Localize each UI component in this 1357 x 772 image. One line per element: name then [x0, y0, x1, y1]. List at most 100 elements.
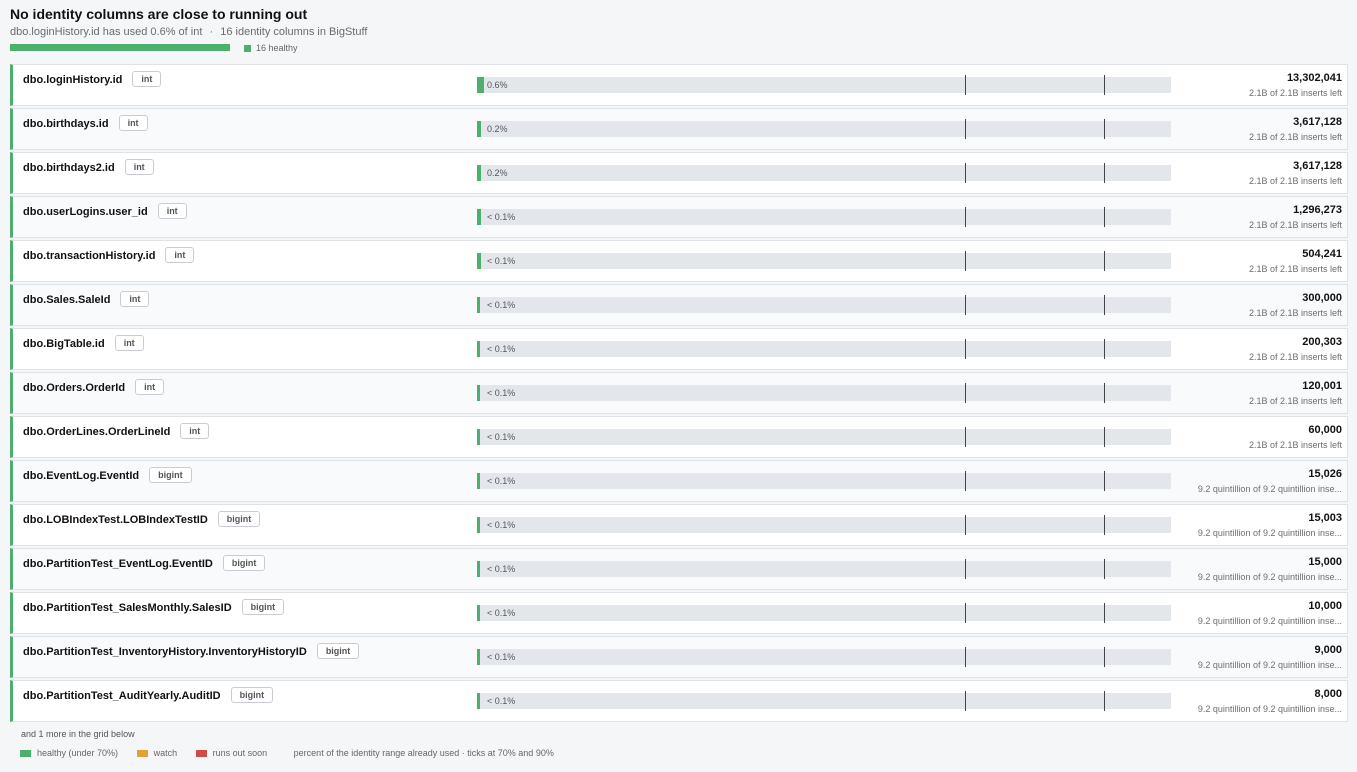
usage-bar: < 0.1% — [477, 207, 1171, 227]
tick-70 — [965, 471, 966, 491]
usage-percent: < 0.1% — [487, 696, 516, 706]
count-cell: 15,026 9.2 quintillion of 9.2 quintillion… — [1172, 467, 1342, 495]
column-name: dbo.OrderLines.OrderLineId — [23, 426, 171, 438]
current-value: 15,000 — [1308, 556, 1342, 568]
identity-row[interactable]: dbo.userLogins.user_id int < 0.1% 1,296,273… — [10, 196, 1348, 238]
tick-70 — [965, 295, 966, 315]
usage-percent: < 0.1% — [487, 344, 516, 354]
identity-row[interactable]: dbo.birthdays2.id int 0.2% 3,617,128 2.1B of… — [10, 152, 1348, 194]
inserts-left: 9.2 quintillion of 9.2 quintillion inse.… — [1197, 660, 1342, 670]
tick-70 — [965, 515, 966, 535]
type-badge: bigint — [241, 599, 285, 615]
identity-row[interactable]: dbo.OrderLines.OrderLineId int < 0.1% 60,00… — [10, 416, 1348, 458]
type-badge: int — [180, 423, 210, 439]
type-badge: int — [165, 247, 195, 263]
identity-row[interactable]: dbo.Orders.OrderId int < 0.1% 120,001 2.1B o… — [10, 372, 1348, 414]
current-value: 504,241 — [1302, 248, 1342, 260]
column-name: dbo.Sales.SaleId — [23, 294, 111, 306]
usage-percent: < 0.1% — [487, 520, 516, 530]
inserts-left: 9.2 quintillion of 9.2 quintillion inse.… — [1197, 704, 1342, 714]
identity-row[interactable]: dbo.birthdays.id int 0.2% 3,617,128 2.1B of … — [10, 108, 1348, 150]
column-name-cell: dbo.PartitionTest_SalesMonthly.SalesID bi… — [23, 599, 285, 615]
current-value: 13,302,041 — [1286, 72, 1342, 84]
type-badge: int — [157, 203, 187, 219]
header: No identity columns are close to running… — [10, 5, 1340, 56]
identity-column-list: dbo.loginHistory.id int 0.6% 13,302,041 2.1B… — [10, 64, 1348, 724]
usage-bar: 0.2% — [477, 119, 1171, 139]
identity-row[interactable]: dbo.Sales.SaleId int < 0.1% 300,000 2.1B of … — [10, 284, 1348, 326]
usage-percent: < 0.1% — [487, 300, 516, 310]
column-name-cell: dbo.PartitionTest_InventoryHistory.Inven… — [23, 643, 360, 659]
tick-70 — [965, 603, 966, 623]
type-badge: bigint — [222, 555, 266, 571]
column-name: dbo.BigTable.id — [23, 338, 105, 350]
count-cell: 15,003 9.2 quintillion of 9.2 quintillion… — [1172, 511, 1342, 539]
inserts-left: 2.1B of 2.1B inserts left — [1248, 88, 1342, 98]
column-name-cell: dbo.OrderLines.OrderLineId int — [23, 423, 210, 439]
legend-label-runs-out: runs out soon — [212, 748, 268, 758]
column-name: dbo.transactionHistory.id — [23, 250, 156, 262]
inserts-left: 2.1B of 2.1B inserts left — [1248, 220, 1342, 230]
column-name: dbo.PartitionTest_InventoryHistory.Inven… — [23, 646, 307, 658]
count-cell: 1,296,273 2.1B of 2.1B inserts left — [1172, 203, 1342, 231]
column-name: dbo.loginHistory.id — [23, 74, 123, 86]
tick-90 — [1104, 119, 1105, 139]
tick-70 — [965, 339, 966, 359]
type-badge: int — [118, 115, 148, 131]
inserts-left: 9.2 quintillion of 9.2 quintillion inse.… — [1197, 484, 1342, 494]
identity-row[interactable]: dbo.EventLog.EventId bigint < 0.1% 15,026 9.… — [10, 460, 1348, 502]
current-value: 60,000 — [1308, 424, 1342, 436]
identity-row[interactable]: dbo.loginHistory.id int 0.6% 13,302,041 2.1B… — [10, 64, 1348, 106]
column-name-cell: dbo.Sales.SaleId int — [23, 291, 150, 307]
count-cell: 3,617,128 2.1B of 2.1B inserts left — [1172, 159, 1342, 187]
summary-strip: 16 healthy — [10, 42, 1340, 56]
usage-percent: < 0.1% — [487, 476, 516, 486]
identity-row[interactable]: dbo.PartitionTest_AuditYearly.AuditID big… — [10, 680, 1348, 722]
count-cell: 8,000 9.2 quintillion of 9.2 quintillion … — [1172, 687, 1342, 715]
tick-90 — [1104, 383, 1105, 403]
tick-90 — [1104, 603, 1105, 623]
runs-out-swatch-icon — [195, 749, 207, 757]
current-value: 3,617,128 — [1293, 116, 1342, 128]
column-name: dbo.EventLog.EventId — [23, 470, 140, 482]
tick-90 — [1104, 295, 1105, 315]
count-cell: 13,302,041 2.1B of 2.1B inserts left — [1172, 71, 1342, 99]
legend-note: percent of the identity range already us… — [293, 748, 554, 758]
tick-70 — [965, 207, 966, 227]
type-badge: int — [114, 335, 144, 351]
tick-70 — [965, 427, 966, 447]
identity-row[interactable]: dbo.BigTable.id int < 0.1% 200,303 2.1B of 2… — [10, 328, 1348, 370]
usage-bar: < 0.1% — [477, 383, 1171, 403]
count-cell: 200,303 2.1B of 2.1B inserts left — [1172, 335, 1342, 363]
usage-bar: < 0.1% — [477, 515, 1171, 535]
tick-70 — [965, 691, 966, 711]
usage-bar: < 0.1% — [477, 339, 1171, 359]
tick-70 — [965, 75, 966, 95]
identity-row[interactable]: dbo.PartitionTest_EventLog.EventID bigint… — [10, 548, 1348, 590]
identity-row[interactable]: dbo.transactionHistory.id int < 0.1% 504,24… — [10, 240, 1348, 282]
legend-label-watch: watch — [153, 748, 178, 758]
inserts-left: 2.1B of 2.1B inserts left — [1248, 132, 1342, 142]
usage-bar: 0.6% — [477, 75, 1171, 95]
subtitle-separator: · — [209, 26, 214, 38]
column-name-cell: dbo.BigTable.id int — [23, 335, 144, 351]
tick-70 — [965, 251, 966, 271]
tick-90 — [1104, 647, 1105, 667]
column-name: dbo.PartitionTest_EventLog.EventID — [23, 558, 213, 570]
current-value: 300,000 — [1302, 292, 1342, 304]
identity-row[interactable]: dbo.PartitionTest_InventoryHistory.Inven… — [10, 636, 1348, 678]
current-value: 120,001 — [1302, 380, 1342, 392]
usage-percent: < 0.1% — [487, 608, 516, 618]
identity-row[interactable]: dbo.PartitionTest_SalesMonthly.SalesID bi… — [10, 592, 1348, 634]
column-name: dbo.PartitionTest_SalesMonthly.SalesID — [23, 602, 232, 614]
usage-bar-fill — [480, 165, 482, 181]
legend-item-runs-out: runs out soon — [195, 748, 268, 758]
inserts-left: 2.1B of 2.1B inserts left — [1248, 396, 1342, 406]
tick-70 — [965, 163, 966, 183]
column-name-cell: dbo.transactionHistory.id int — [23, 247, 195, 263]
tick-90 — [1104, 559, 1105, 579]
count-cell: 3,617,128 2.1B of 2.1B inserts left — [1172, 115, 1342, 143]
subtitle-top-column: dbo.loginHistory.id has used 0.6% of int — [10, 26, 203, 38]
column-name-cell: dbo.LOBIndexTest.LOBIndexTestID bigint — [23, 511, 261, 527]
identity-row[interactable]: dbo.LOBIndexTest.LOBIndexTestID bigint < 0… — [10, 504, 1348, 546]
